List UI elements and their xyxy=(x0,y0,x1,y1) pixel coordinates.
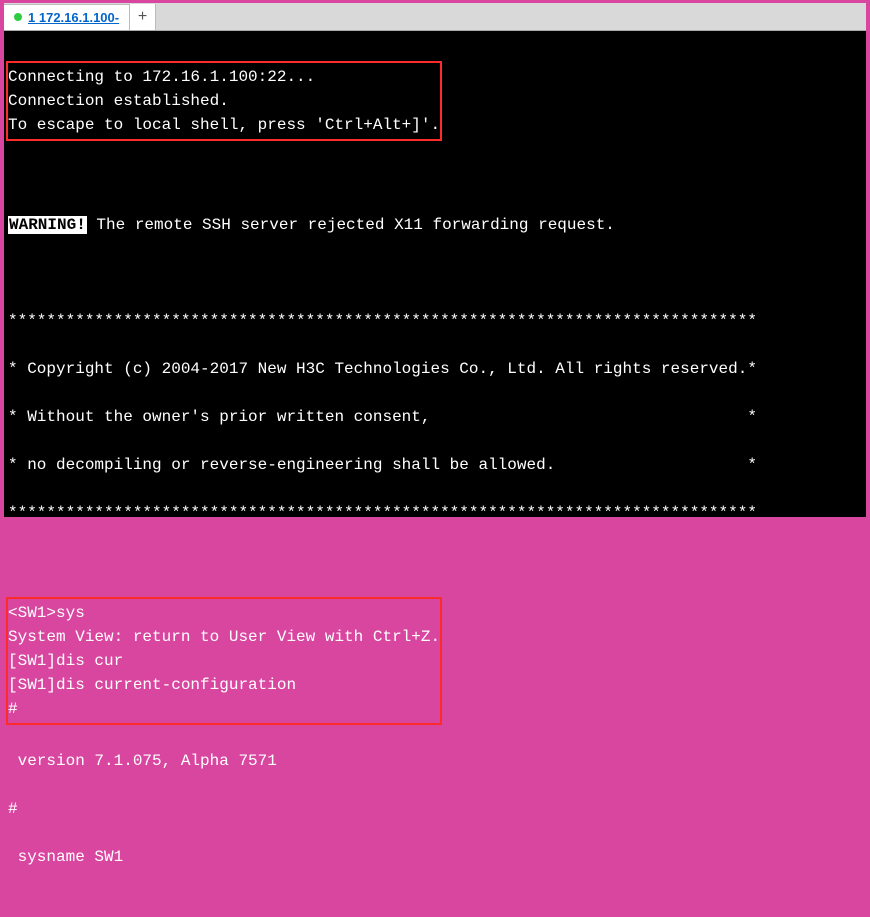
config-line: sysname SW1 xyxy=(8,845,862,869)
tab-session-1[interactable]: 1 172.16.1.100- xyxy=(4,4,130,30)
connection-status-icon xyxy=(14,13,22,21)
warning-badge: WARNING! xyxy=(8,216,87,234)
banner-line: * Without the owner's prior written cons… xyxy=(8,405,862,429)
plus-icon: + xyxy=(138,8,147,26)
add-tab-button[interactable]: + xyxy=(130,4,156,30)
tab-bar: 1 172.16.1.100- + xyxy=(4,3,866,31)
config-line: version 7.1.075, Alpha 7571 xyxy=(8,749,862,773)
banner-line: * Copyright (c) 2004-2017 New H3C Techno… xyxy=(8,357,862,381)
terminal-output[interactable]: Connecting to 172.16.1.100:22... Connect… xyxy=(4,31,866,517)
app-frame: 1 172.16.1.100- + Connecting to 172.16.1… xyxy=(4,3,866,517)
connection-highlight: Connecting to 172.16.1.100:22... Connect… xyxy=(6,61,442,141)
banner-line: ****************************************… xyxy=(8,501,862,525)
banner-line: * no decompiling or reverse-engineering … xyxy=(8,453,862,477)
config-line: # xyxy=(8,797,862,821)
command-highlight: <SW1>sys System View: return to User Vie… xyxy=(6,597,442,725)
tab-label: 1 172.16.1.100- xyxy=(28,10,119,25)
warning-text: The remote SSH server rejected X11 forwa… xyxy=(87,216,615,234)
banner-line: ****************************************… xyxy=(8,309,862,333)
